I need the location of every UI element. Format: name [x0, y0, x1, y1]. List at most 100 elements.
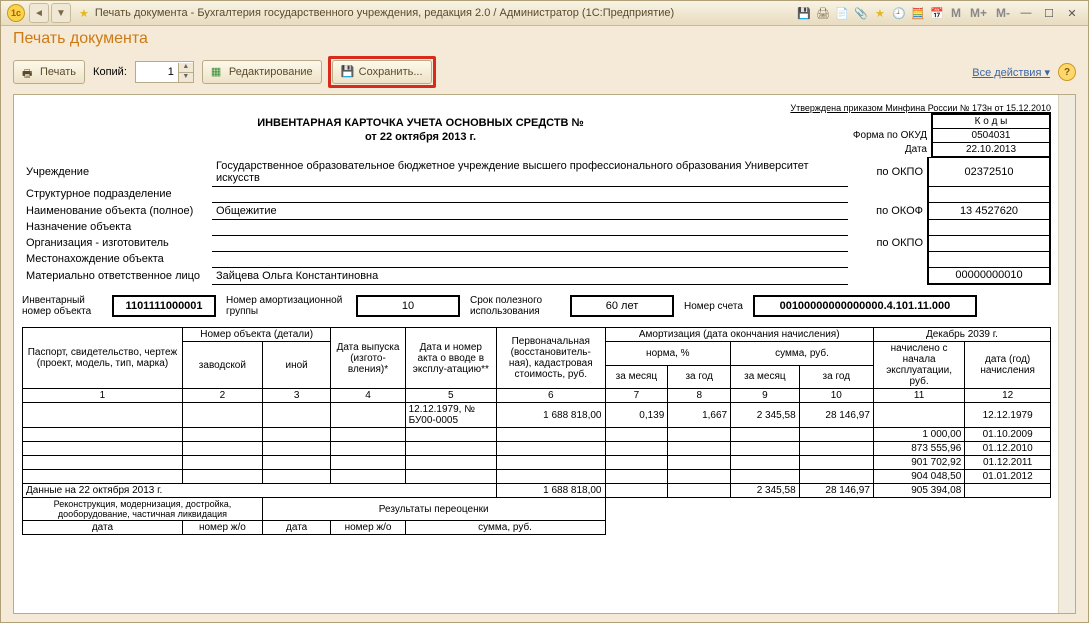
table-row: 904 048,5001.01.2012	[23, 470, 1051, 484]
table-row: 12.12.1979, № БУ00-0005 1 688 818,00 0,1…	[23, 403, 1051, 428]
col-9: за месяц	[731, 365, 800, 389]
favorite-icon[interactable]: ★	[79, 7, 89, 20]
copies-label: Копий:	[93, 66, 127, 78]
col-sum: сумма, руб.	[731, 342, 874, 366]
amortgrp-label: Номер амортизационной группы	[226, 295, 346, 317]
m-minus-button[interactable]: M-	[993, 6, 1013, 20]
page-title: Печать документа	[1, 26, 1088, 52]
copies-input[interactable]	[136, 63, 178, 81]
col-7: за месяц	[605, 365, 668, 389]
okpo2-value	[928, 235, 1050, 251]
doc-icon[interactable]: 📄	[834, 5, 850, 21]
all-actions-link[interactable]: Все действия ▾	[972, 66, 1050, 79]
m-button[interactable]: M	[948, 6, 964, 20]
scrollbar[interactable]	[1058, 95, 1075, 613]
resp-label: Материально ответственное лицо	[22, 267, 212, 284]
org-value: Государственное образовательное бюджетно…	[212, 158, 848, 187]
print-icon[interactable]: 🖨	[815, 5, 831, 21]
acct-label: Номер счета	[684, 301, 743, 312]
inv-value: 1101111000001	[112, 295, 216, 317]
objfull-label: Наименование объекта (полное)	[22, 202, 212, 219]
table-footer: Данные на 22 октября 2013 г. 1 688 818,0…	[23, 484, 1051, 498]
date-label: Дата	[819, 143, 932, 157]
col-norm: норма, %	[605, 342, 731, 366]
clip-icon[interactable]: 📎	[853, 5, 869, 21]
okud-label: Форма по ОКУД	[819, 129, 932, 143]
printer-icon: 🖶	[22, 65, 36, 79]
app-icon: 1c	[7, 4, 25, 22]
spin-down[interactable]: ▼	[179, 72, 193, 82]
m-plus-button[interactable]: M+	[967, 6, 990, 20]
column-numbers: 123 456 789 101112	[23, 389, 1051, 403]
inv-label: Инвентарный номер объекта	[22, 295, 102, 317]
empty-code-1	[928, 186, 1050, 202]
col-6: Первоначальная (восстановитель-ная), кад…	[497, 328, 606, 389]
table-row: 1 000,0001.10.2009	[23, 428, 1051, 442]
org-label: Учреждение	[22, 158, 212, 187]
col-2a: заводской	[182, 342, 262, 389]
empty-code-2	[928, 219, 1050, 235]
edit-icon: ▦	[211, 65, 225, 79]
maximize-button[interactable]: ☐	[1039, 5, 1059, 21]
purpose-label: Назначение объекта	[22, 219, 212, 235]
col-8: за год	[668, 365, 731, 389]
inventory-row: Инвентарный номер объекта 1101111000001 …	[22, 295, 1051, 317]
document-area: Утверждена приказом Минфина России № 173…	[13, 94, 1076, 614]
table-row: 901 702,9201.12.2011	[23, 456, 1051, 470]
okud-value: 0504031	[932, 129, 1050, 143]
calendar-icon[interactable]: 📅	[929, 5, 945, 21]
doc-title: ИНВЕНТАРНАЯ КАРТОЧКА УЧЕТА ОСНОВНЫХ СРЕД…	[22, 117, 819, 129]
calc-icon[interactable]: 🧮	[910, 5, 926, 21]
history-icon[interactable]: 🕘	[891, 5, 907, 21]
toolbar: 🖶 Печать Копий: ▲▼ ▦ Редактирование 💾 Со…	[1, 52, 1088, 94]
print-label: Печать	[40, 66, 76, 78]
col-12: дата (год) начисления	[965, 342, 1051, 389]
empty-code-3	[928, 251, 1050, 267]
dept-label: Структурное подразделение	[22, 186, 212, 202]
doc-date: от 22 октября 2013 г.	[22, 131, 819, 143]
help-button[interactable]: ?	[1058, 63, 1076, 81]
col-period: Декабрь 2039 г.	[873, 328, 1050, 342]
print-button[interactable]: 🖶 Печать	[13, 60, 85, 84]
okof-label: по ОКОФ	[848, 202, 928, 219]
okpo-label: по ОКПО	[848, 158, 928, 187]
amortgrp-value: 10	[356, 295, 460, 317]
minimize-button[interactable]: —	[1016, 5, 1036, 21]
back-button[interactable]: ◄	[29, 3, 49, 23]
star-icon[interactable]: ★	[872, 5, 888, 21]
purpose-value	[212, 219, 848, 235]
bottom-header: Реконструкция, модернизация, достройка, …	[23, 498, 1051, 521]
okof-value: 13 4527620	[928, 202, 1050, 219]
save-icon[interactable]: 💾	[796, 5, 812, 21]
disk-icon: 💾	[341, 65, 355, 79]
window-title: Печать документа - Бухгалтерия государст…	[95, 7, 796, 19]
loc-label: Местонахождение объекта	[22, 251, 212, 267]
close-button[interactable]: ✕	[1062, 5, 1082, 21]
col-2: Номер объекта (детали)	[182, 328, 330, 342]
col-11: начислено с начала эксплуатации, руб.	[873, 342, 964, 389]
life-value: 60 лет	[570, 295, 674, 317]
manuf-label: Организация - изготовитель	[22, 235, 212, 251]
titlebar: 1c ◄ ▼ ★ Печать документа - Бухгалтерия …	[1, 1, 1088, 26]
life-label: Срок полезного использования	[470, 295, 560, 317]
col-amort: Амортизация (дата окончания начисления)	[605, 328, 873, 342]
date-value: 22.10.2013	[932, 143, 1050, 157]
objfull-value: Общежитие	[212, 202, 848, 219]
dept-value	[212, 186, 848, 202]
acct-value: 00100000000000000.4.101.11.000	[753, 295, 977, 317]
col-5: Дата и номер акта о вводе в эксплу-атаци…	[405, 328, 496, 389]
okpo2-label: по ОКПО	[848, 235, 928, 251]
fwd-button[interactable]: ▼	[51, 3, 71, 23]
save-highlight: 💾 Сохранить...	[328, 56, 436, 88]
save-button[interactable]: 💾 Сохранить...	[332, 60, 432, 84]
main-table: Паспорт, свидетельство, чертеж (проект, …	[22, 327, 1051, 535]
edit-button[interactable]: ▦ Редактирование	[202, 60, 322, 84]
spin-up[interactable]: ▲	[179, 63, 193, 72]
last-code: 00000000010	[928, 267, 1050, 284]
col-4: Дата выпуска (изгото-вления)*	[331, 328, 405, 389]
copies-spinner[interactable]: ▲▼	[135, 61, 194, 83]
loc-value	[212, 251, 848, 267]
codes-header: К о д ы	[932, 114, 1050, 129]
save-label: Сохранить...	[359, 66, 423, 78]
col-2b: иной	[262, 342, 331, 389]
